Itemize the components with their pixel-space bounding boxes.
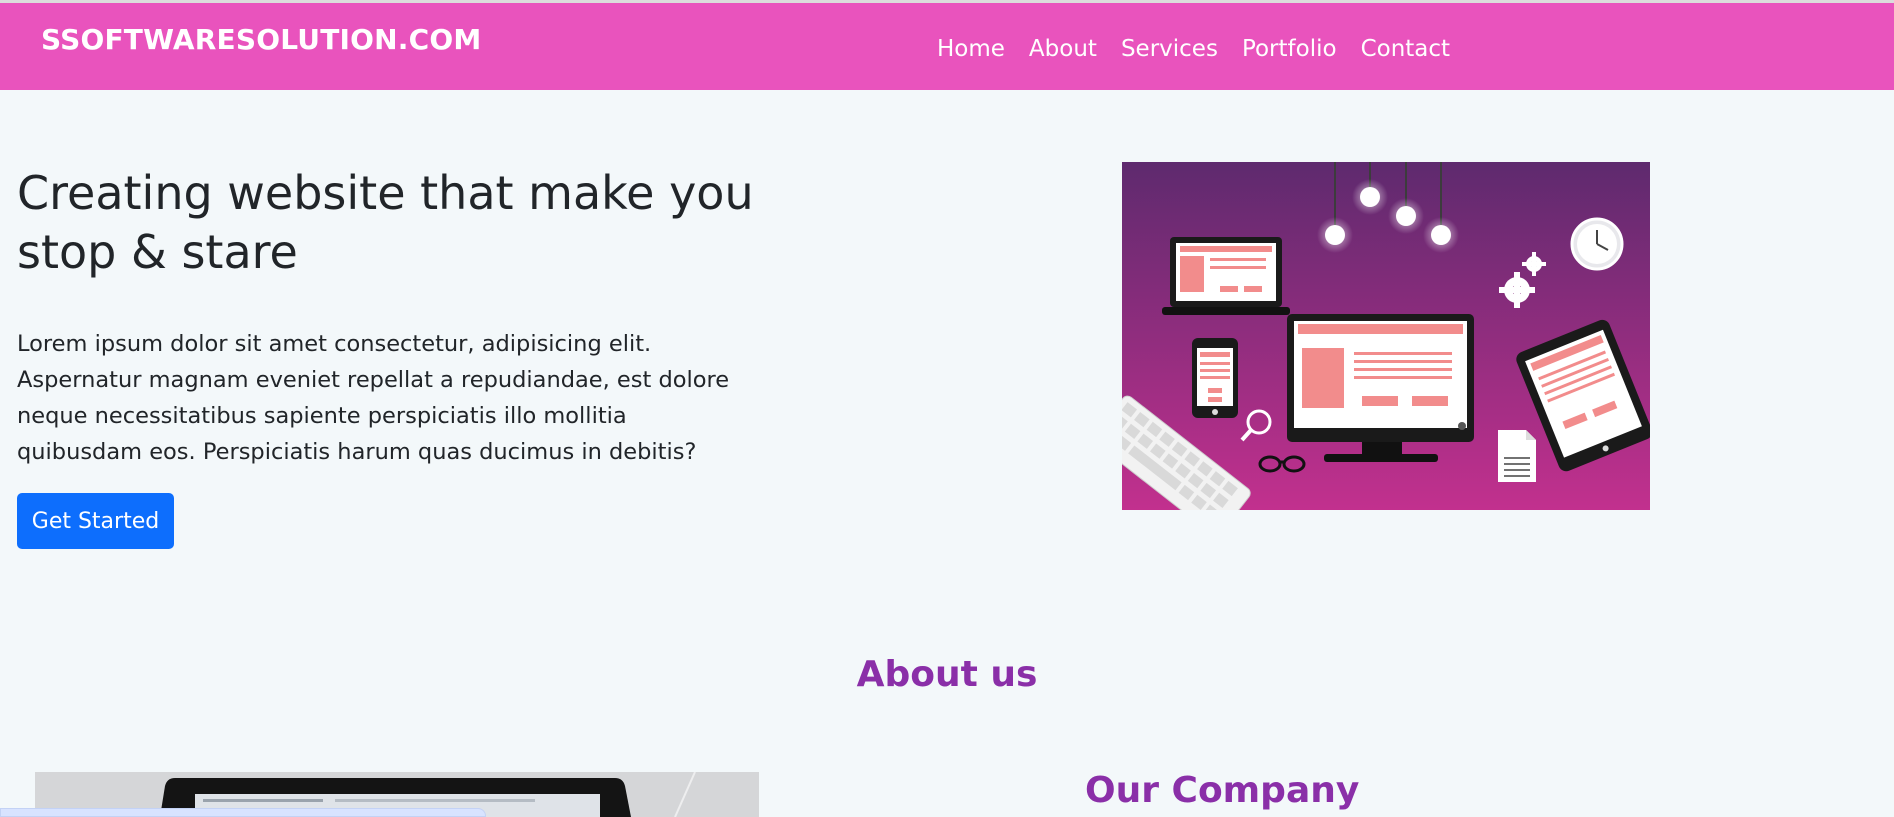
document-graphic (1498, 430, 1536, 482)
brand-logo-link[interactable]: SSOFTWARESOLUTION.COM (41, 23, 481, 56)
nav-link-contact[interactable]: Contact (1349, 34, 1462, 64)
nav-links: Home About Services Portfolio Contact (925, 34, 1462, 64)
nav-link-home[interactable]: Home (925, 34, 1017, 64)
phone-graphic (1192, 338, 1238, 418)
get-started-button[interactable]: Get Started (17, 493, 174, 549)
nav-item-services: Services (1109, 34, 1230, 64)
nav-link-services[interactable]: Services (1109, 34, 1230, 64)
navbar: SSOFTWARESOLUTION.COM Home About Service… (0, 3, 1894, 90)
nav-link-about[interactable]: About (1017, 34, 1109, 64)
hero-devices-illustration (1122, 162, 1650, 510)
our-company-heading: Our Company (1085, 770, 1360, 811)
nav-item-portfolio: Portfolio (1230, 34, 1349, 64)
hero-description: Lorem ipsum dolor sit amet consectetur, … (17, 331, 730, 465)
nav-link-portfolio[interactable]: Portfolio (1230, 34, 1349, 64)
laptop-graphic (1162, 237, 1290, 315)
clock-graphic (1570, 217, 1624, 271)
horizontal-scrollbar[interactable] (0, 808, 486, 817)
nav-item-contact: Contact (1349, 34, 1462, 64)
nav-item-about: About (1017, 34, 1109, 64)
hero-title: Creating website that make you stop & st… (17, 166, 754, 279)
nav-item-home: Home (925, 34, 1017, 64)
monitor-graphic (1287, 314, 1474, 462)
about-us-heading: About us (856, 654, 1038, 695)
